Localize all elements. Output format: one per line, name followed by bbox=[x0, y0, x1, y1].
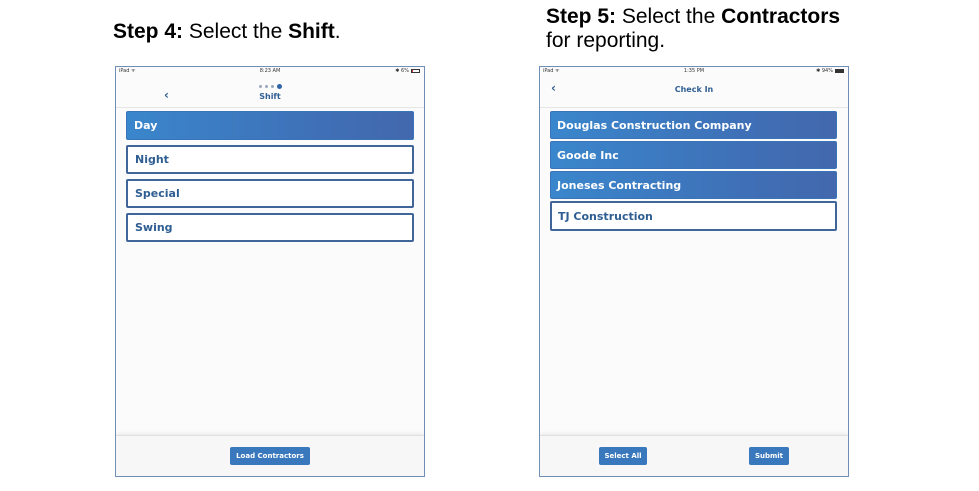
battery-percent: ✱ 6% bbox=[395, 68, 409, 74]
nav-bar: ‹ Shift bbox=[116, 77, 424, 107]
step-5-line2: for reporting. bbox=[546, 29, 666, 52]
shift-option-item-label: Day bbox=[134, 119, 158, 132]
contractor-option-item[interactable]: Goode Inc bbox=[550, 141, 837, 169]
step-5-emphasis: Contractors bbox=[721, 5, 841, 28]
battery-percent: ✱ 94% bbox=[816, 68, 833, 74]
shift-option-item[interactable]: Special bbox=[126, 179, 414, 208]
check-in-screen: iPad ᯤ 1:35 PM ✱ 94% ‹ Check In Douglas … bbox=[539, 66, 849, 477]
contractor-option-item[interactable]: Joneses Contracting bbox=[550, 171, 837, 199]
page-title: Check In bbox=[674, 85, 714, 94]
step-5-label: Step 5: bbox=[546, 5, 617, 28]
shift-list: Day Night Special Swing bbox=[126, 111, 414, 247]
contractor-list-area: Douglas Construction Company Goode Inc Jon… bbox=[540, 107, 848, 437]
step-5-text: Select the bbox=[616, 5, 722, 28]
battery-icon bbox=[835, 68, 844, 73]
step-5-caption: Step 5: Select the Contractors for repor… bbox=[546, 5, 840, 53]
step-4-text: Select the bbox=[183, 20, 289, 43]
progress-dot bbox=[270, 85, 274, 89]
step-4-suffix: . bbox=[334, 20, 341, 43]
status-bar: iPad ᯤ 1:35 PM ✱ 94% bbox=[540, 67, 848, 75]
battery-status: ✱ 6% bbox=[395, 68, 420, 74]
shift-list-area: Day Night Special Swing bbox=[116, 107, 424, 437]
contractor-option-item[interactable]: Douglas Construction Company bbox=[550, 111, 837, 139]
select-all-button[interactable]: Select All bbox=[599, 447, 647, 465]
battery-status: ✱ 94% bbox=[816, 68, 844, 74]
progress-dot bbox=[258, 85, 262, 89]
submit-button[interactable]: Submit bbox=[749, 447, 789, 465]
contractor-list: Douglas Construction Company Goode Inc Jon… bbox=[550, 111, 837, 233]
footer-bar: Load Contractors bbox=[116, 435, 424, 476]
contractor-option-item-label: Joneses Contracting bbox=[557, 179, 682, 192]
step-4-emphasis: Shift bbox=[288, 20, 335, 43]
load-contractors-button[interactable]: Load Contractors bbox=[230, 447, 310, 465]
shift-option-item[interactable]: Night bbox=[126, 145, 414, 174]
shift-screen: iPad ᯤ 8:23 AM ✱ 6% ‹ Shift Day Night Spec… bbox=[115, 66, 425, 477]
progress-dot-active bbox=[276, 84, 282, 90]
footer-bar: Select All Submit bbox=[540, 435, 848, 476]
contractor-option-item-label: Goode Inc bbox=[557, 149, 619, 162]
status-time: 8:23 AM bbox=[259, 68, 281, 74]
battery-level bbox=[836, 69, 843, 72]
battery-icon bbox=[411, 68, 420, 73]
step-4-label: Step 4: bbox=[113, 20, 184, 43]
contractor-option-item-label: Douglas Construction Company bbox=[557, 119, 752, 132]
shift-option-item-label: Swing bbox=[135, 221, 173, 234]
shift-option-item[interactable]: Swing bbox=[126, 213, 414, 242]
progress-dot bbox=[264, 85, 268, 89]
status-time: 1:35 PM bbox=[683, 68, 705, 74]
shift-option-item-label: Night bbox=[135, 153, 169, 166]
contractor-option-item-label: TJ Construction bbox=[558, 210, 653, 223]
nav-bar: ‹ Check In bbox=[540, 75, 848, 107]
status-bar: iPad ᯤ 8:23 AM ✱ 6% bbox=[116, 67, 424, 75]
shift-option-item-label: Special bbox=[135, 187, 180, 200]
step-4-caption: Step 4: Select the Shift. bbox=[113, 20, 341, 44]
contractor-option-item[interactable]: TJ Construction bbox=[550, 201, 837, 231]
shift-option-item[interactable]: Day bbox=[126, 111, 414, 140]
page-title: Shift bbox=[259, 92, 281, 101]
